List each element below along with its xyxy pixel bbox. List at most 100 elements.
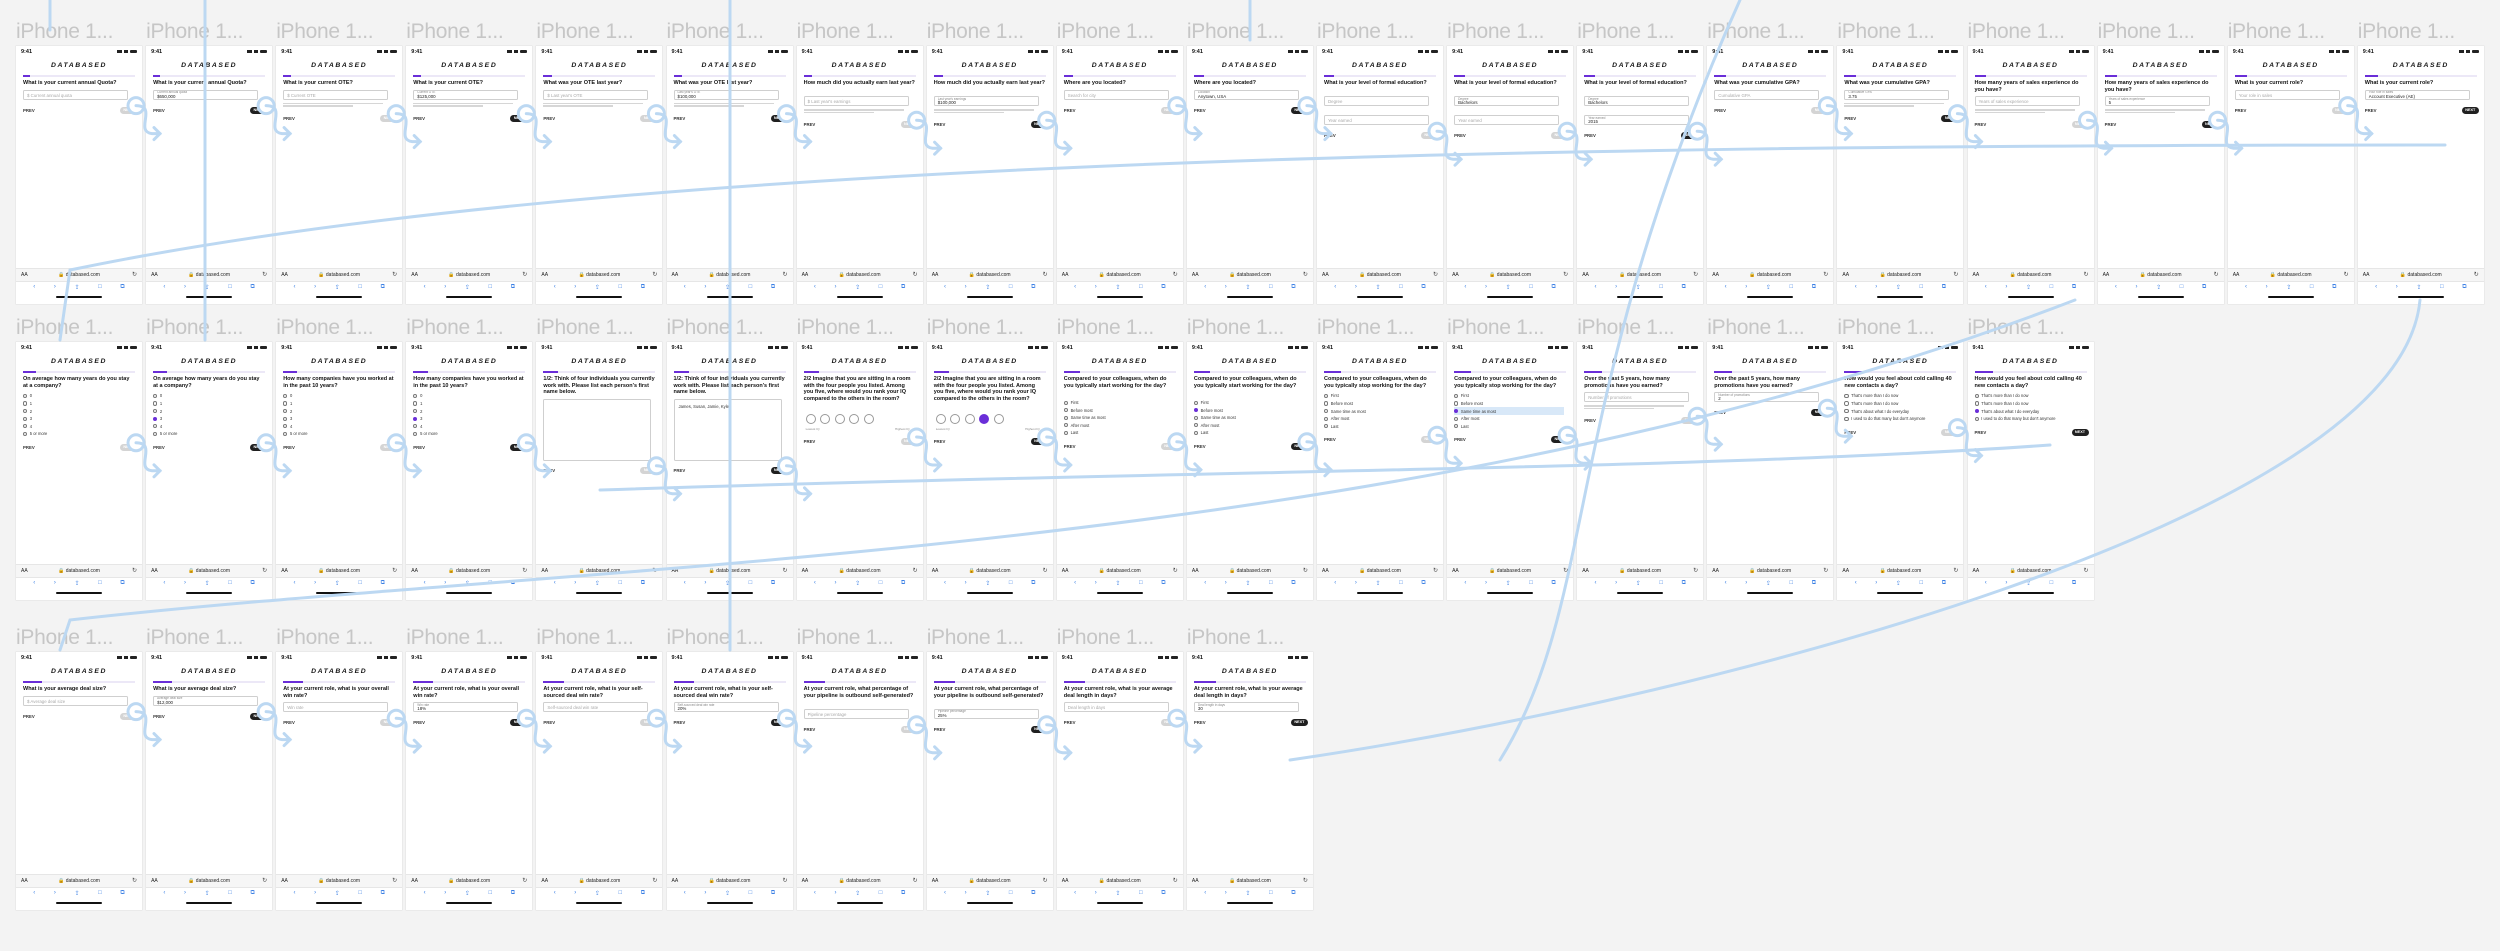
share-icon[interactable]: ⇪ bbox=[205, 580, 210, 587]
share-icon[interactable]: ⇪ bbox=[1376, 580, 1381, 587]
bookmarks-icon[interactable]: □ bbox=[619, 284, 623, 290]
tabs-icon[interactable]: ⧉ bbox=[1291, 284, 1295, 291]
radio-option[interactable]: 2 bbox=[413, 407, 523, 415]
answer-input[interactable]: Your role in sales bbox=[2234, 89, 2340, 100]
radio-circle[interactable] bbox=[1974, 416, 1979, 421]
radio-option[interactable]: First bbox=[1063, 399, 1174, 407]
radio-option[interactable]: 0 bbox=[283, 392, 393, 400]
prev-button[interactable]: PREV bbox=[804, 439, 816, 444]
next-button[interactable]: NEXT bbox=[380, 114, 398, 122]
bookmarks-icon[interactable]: □ bbox=[98, 890, 102, 896]
share-icon[interactable]: ⇪ bbox=[1636, 284, 1641, 291]
tabs-icon[interactable]: ⧉ bbox=[1551, 284, 1555, 291]
share-icon[interactable]: ⇪ bbox=[75, 580, 80, 587]
next-button[interactable]: NEXT bbox=[2201, 121, 2219, 129]
next-button[interactable]: NEXT bbox=[900, 438, 918, 445]
tabs-icon[interactable]: ⧉ bbox=[641, 284, 645, 291]
forward-icon[interactable]: › bbox=[1095, 890, 1097, 896]
bookmarks-icon[interactable]: □ bbox=[2180, 284, 2184, 290]
share-icon[interactable]: ⇪ bbox=[1636, 580, 1641, 587]
back-icon[interactable]: ‹ bbox=[2375, 284, 2377, 290]
reload-icon[interactable]: ↻ bbox=[782, 271, 787, 278]
forward-icon[interactable]: › bbox=[54, 580, 56, 586]
back-icon[interactable]: ‹ bbox=[684, 580, 686, 586]
back-icon[interactable]: ‹ bbox=[814, 284, 816, 290]
share-icon[interactable]: ⇪ bbox=[725, 284, 730, 291]
forward-icon[interactable]: › bbox=[1485, 284, 1487, 290]
share-icon[interactable]: ⇪ bbox=[985, 284, 990, 291]
prev-button[interactable]: PREV bbox=[1844, 430, 1856, 435]
forward-icon[interactable]: › bbox=[1355, 580, 1357, 586]
share-icon[interactable]: ⇪ bbox=[75, 284, 80, 291]
back-icon[interactable]: ‹ bbox=[1594, 580, 1596, 586]
share-icon[interactable]: ⇪ bbox=[335, 580, 340, 587]
radio-option[interactable]: 3 bbox=[153, 415, 263, 423]
radio-option[interactable]: 3 bbox=[23, 415, 133, 423]
radio-circle[interactable] bbox=[23, 409, 28, 414]
back-icon[interactable]: ‹ bbox=[1594, 284, 1596, 290]
reload-icon[interactable]: ↻ bbox=[262, 877, 267, 884]
next-button[interactable]: NEXT bbox=[1290, 442, 1308, 450]
next-button[interactable]: NEXT bbox=[2071, 121, 2089, 129]
tabs-icon[interactable]: ⧉ bbox=[1031, 890, 1035, 897]
radio-circle[interactable] bbox=[413, 393, 418, 399]
share-icon[interactable]: ⇪ bbox=[1245, 580, 1250, 587]
bookmarks-icon[interactable]: □ bbox=[358, 890, 362, 896]
prev-button[interactable]: PREV bbox=[674, 720, 686, 725]
tabs-icon[interactable]: ⧉ bbox=[771, 890, 775, 897]
prev-button[interactable]: PREV bbox=[283, 445, 295, 450]
forward-icon[interactable]: › bbox=[444, 580, 446, 586]
year-input[interactable]: Year earned 2015 bbox=[1584, 115, 1690, 126]
radio-option[interactable]: 2 bbox=[283, 407, 393, 415]
share-icon[interactable]: ⇪ bbox=[2416, 284, 2421, 291]
back-icon[interactable]: ‹ bbox=[424, 580, 426, 586]
next-button[interactable]: NEXT bbox=[120, 443, 137, 451]
share-icon[interactable]: ⇪ bbox=[465, 284, 470, 291]
forward-icon[interactable]: › bbox=[965, 890, 967, 896]
radio-circle[interactable] bbox=[1454, 401, 1459, 406]
answer-input[interactable]: Cumulative GPA 3.75 bbox=[1844, 89, 1950, 100]
forward-icon[interactable]: › bbox=[314, 580, 316, 586]
radio-option[interactable]: 2 bbox=[153, 407, 263, 415]
prev-button[interactable]: PREV bbox=[1844, 116, 1856, 121]
forward-icon[interactable]: › bbox=[54, 890, 56, 896]
answer-input[interactable]: Search for city bbox=[1063, 89, 1169, 100]
bookmarks-icon[interactable]: □ bbox=[1789, 284, 1793, 290]
back-icon[interactable]: ‹ bbox=[163, 284, 165, 290]
reload-icon[interactable]: ↻ bbox=[1563, 567, 1568, 574]
forward-icon[interactable]: › bbox=[1875, 284, 1877, 290]
rank-option[interactable] bbox=[849, 414, 860, 424]
forward-icon[interactable]: › bbox=[574, 580, 576, 586]
bookmarks-icon[interactable]: □ bbox=[1139, 890, 1143, 896]
next-button[interactable]: NEXT bbox=[1290, 719, 1308, 727]
reload-icon[interactable]: ↻ bbox=[2474, 271, 2479, 278]
radio-circle[interactable] bbox=[1193, 430, 1199, 436]
tabs-icon[interactable]: ⧉ bbox=[2072, 580, 2076, 587]
bookmarks-icon[interactable]: □ bbox=[1789, 580, 1793, 586]
tabs-icon[interactable]: ⧉ bbox=[1421, 284, 1425, 291]
prev-button[interactable]: PREV bbox=[1324, 133, 1336, 138]
back-icon[interactable]: ‹ bbox=[1074, 890, 1076, 896]
next-button[interactable]: NEXT bbox=[1811, 106, 1829, 114]
radio-option[interactable]: 4 bbox=[23, 423, 133, 431]
tabs-icon[interactable]: ⧉ bbox=[901, 284, 905, 291]
bookmarks-icon[interactable]: □ bbox=[98, 580, 102, 586]
prev-button[interactable]: PREV bbox=[2105, 122, 2117, 127]
radio-circle[interactable] bbox=[153, 409, 158, 414]
prev-button[interactable]: PREV bbox=[1324, 437, 1336, 442]
prev-button[interactable]: PREV bbox=[934, 122, 946, 127]
next-button[interactable]: NEXT bbox=[510, 719, 528, 727]
answer-input[interactable]: Pipeline percentage bbox=[803, 708, 909, 719]
bookmarks-icon[interactable]: □ bbox=[228, 580, 232, 586]
next-button[interactable]: NEXT bbox=[120, 106, 137, 114]
back-icon[interactable]: ‹ bbox=[424, 284, 426, 290]
reload-icon[interactable]: ↻ bbox=[652, 567, 657, 574]
radio-circle[interactable] bbox=[1974, 393, 1979, 399]
answer-input[interactable]: Degree bbox=[1324, 96, 1429, 107]
radio-option[interactable]: Same time as most bbox=[1063, 414, 1174, 422]
prev-button[interactable]: PREV bbox=[153, 714, 165, 719]
radio-circle[interactable] bbox=[413, 431, 418, 437]
radio-option[interactable]: That's more than I do now bbox=[1844, 392, 1954, 400]
share-icon[interactable]: ⇪ bbox=[725, 890, 730, 897]
prev-button[interactable]: PREV bbox=[413, 116, 425, 121]
